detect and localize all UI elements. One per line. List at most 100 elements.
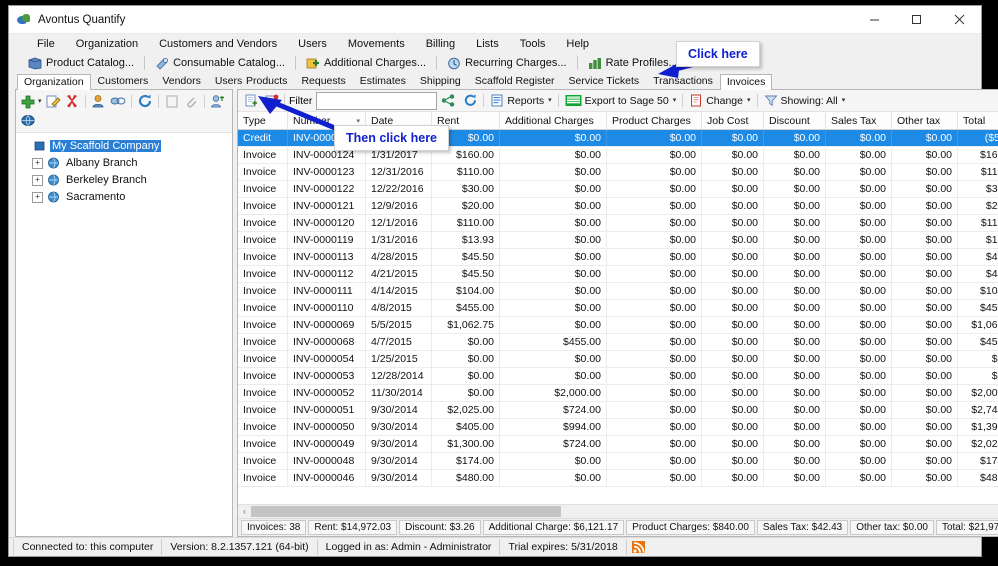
column-header-sales-tax[interactable]: Sales Tax — [826, 112, 892, 129]
table-row[interactable]: Invoice INV-0000049 9/30/2014 $1,300.00 $724… — [238, 436, 998, 453]
showing-filter-button[interactable]: Showing: All ▾ — [760, 92, 850, 110]
refresh-icon[interactable] — [137, 94, 153, 109]
cell-job-cost: $0.00 — [702, 419, 764, 435]
tab-customers[interactable]: Customers — [91, 73, 156, 89]
tab-vendors[interactable]: Vendors — [155, 73, 208, 89]
permissions-icon[interactable] — [210, 94, 226, 109]
recurring-charges-button[interactable]: Recurring Charges... — [440, 54, 574, 72]
menu-movements[interactable]: Movements — [338, 36, 416, 52]
tab-products[interactable]: Products — [239, 73, 294, 89]
menu-customers-and-vendors[interactable]: Customers and Vendors — [149, 36, 288, 52]
table-row[interactable]: Invoice INV-0000110 4/8/2015 $455.00 $0.00 $0… — [238, 300, 998, 317]
table-row[interactable]: Invoice INV-0000054 1/25/2015 $0.00 $0.00 $0.… — [238, 351, 998, 368]
table-row[interactable]: Invoice INV-0000048 9/30/2014 $174.00 $0.00 $… — [238, 453, 998, 470]
cell-discount: $0.00 — [764, 453, 826, 469]
horizontal-scrollbar[interactable]: ‹ › — [238, 504, 998, 518]
cell-job-cost: $0.00 — [702, 249, 764, 265]
menu-users[interactable]: Users — [288, 36, 338, 52]
change-dropdown-caret[interactable]: ▾ — [747, 97, 751, 104]
cell-additional-charges: $0.00 — [500, 266, 607, 282]
table-row[interactable]: Invoice INV-0000050 9/30/2014 $405.00 $994.0… — [238, 419, 998, 436]
share-icon[interactable] — [441, 94, 456, 107]
expander-icon[interactable]: + — [32, 174, 43, 186]
cell-type: Invoice — [238, 249, 288, 265]
tab-estimates[interactable]: Estimates — [353, 73, 413, 89]
column-header-discount[interactable]: Discount — [764, 112, 826, 129]
cell-job-cost: $0.00 — [702, 266, 764, 282]
column-header-other-tax[interactable]: Other tax — [892, 112, 958, 129]
cell-number: INV-0000119 — [288, 232, 366, 248]
column-header-total[interactable]: Total — [958, 112, 998, 129]
table-row[interactable]: Invoice INV-0000121 12/9/2016 $20.00 $0.00 $0… — [238, 198, 998, 215]
table-row[interactable]: Invoice INV-0000112 4/21/2015 $45.50 $0.00 $0… — [238, 266, 998, 283]
add-icon[interactable] — [20, 94, 36, 109]
summary-item: Total: $21,972.37 — [935, 520, 998, 535]
change-button[interactable]: Change ▾ — [685, 92, 754, 110]
cell-additional-charges: $0.00 — [500, 215, 607, 231]
menu-file[interactable]: File — [27, 36, 66, 52]
cell-type: Invoice — [238, 317, 288, 333]
menu-organization[interactable]: Organization — [66, 36, 149, 52]
toolbar-separator — [483, 94, 485, 107]
tab-shipping[interactable]: Shipping — [413, 73, 468, 89]
table-row[interactable]: Invoice INV-0000051 9/30/2014 $2,025.00 $724… — [238, 402, 998, 419]
table-row[interactable]: Invoice INV-0000120 12/1/2016 $110.00 $0.00 $… — [238, 215, 998, 232]
user-icon[interactable] — [91, 94, 107, 109]
column-header-label: Additional Charges — [505, 114, 594, 127]
product-catalog-button[interactable]: Product Catalog... — [21, 54, 141, 72]
menu-help[interactable]: Help — [556, 36, 600, 52]
table-row[interactable]: Invoice INV-0000119 1/31/2016 $13.93 $0.00 $0… — [238, 232, 998, 249]
edit-icon[interactable] — [45, 94, 61, 109]
cell-rent: $45.50 — [432, 266, 500, 282]
table-row[interactable]: Invoice INV-0000046 9/30/2014 $480.00 $0.00 $… — [238, 470, 998, 487]
expander-icon[interactable]: + — [32, 157, 43, 169]
table-row[interactable]: Invoice INV-0000113 4/28/2015 $45.50 $0.00 $0… — [238, 249, 998, 266]
tab-scaffold-register[interactable]: Scaffold Register — [468, 73, 562, 89]
table-row[interactable]: Invoice INV-0000069 5/5/2015 $1,062.75 $0.00… — [238, 317, 998, 334]
cell-additional-charges: $0.00 — [500, 249, 607, 265]
globe-icon[interactable] — [20, 113, 36, 128]
tree-node-berkeley-branch[interactable]: + Berkeley Branch — [20, 173, 228, 187]
tab-organization[interactable]: Organization — [17, 74, 91, 90]
column-header-product-charges[interactable]: Product Charges — [607, 112, 702, 129]
reports-dropdown-caret[interactable]: ▾ — [548, 97, 552, 104]
table-row[interactable]: Invoice INV-0000122 12/22/2016 $30.00 $0.00 $… — [238, 181, 998, 198]
link-icon[interactable] — [110, 94, 126, 109]
close-button[interactable] — [937, 6, 981, 33]
tree-node-albany-branch[interactable]: + Albany Branch — [20, 156, 228, 170]
table-row[interactable]: Invoice INV-0000111 4/14/2015 $104.00 $0.00 $… — [238, 283, 998, 300]
menu-lists[interactable]: Lists — [466, 36, 510, 52]
attach-icon[interactable] — [183, 94, 199, 109]
export-dropdown-caret[interactable]: ▾ — [673, 97, 677, 104]
properties-icon[interactable] — [164, 94, 180, 109]
menu-tools[interactable]: Tools — [510, 36, 557, 52]
cell-date: 9/30/2014 — [366, 436, 432, 452]
tree-node-sacramento[interactable]: + Sacramento — [20, 190, 228, 204]
hscroll-thumb[interactable] — [251, 506, 561, 517]
maximize-button[interactable] — [895, 6, 937, 33]
table-row[interactable]: Invoice INV-0000068 4/7/2015 $0.00 $455.00 $0… — [238, 334, 998, 351]
rss-icon[interactable] — [631, 541, 645, 553]
column-header-job-cost[interactable]: Job Cost — [702, 112, 764, 129]
table-row[interactable]: Invoice INV-0000053 12/28/2014 $0.00 $0.00 $0… — [238, 368, 998, 385]
cell-discount: $0.00 — [764, 147, 826, 163]
minimize-button[interactable] — [853, 6, 895, 33]
scroll-left-button[interactable]: ‹ — [238, 507, 251, 516]
add-dropdown-caret[interactable]: ▾ — [38, 98, 42, 105]
cell-sales-tax: $0.00 — [826, 283, 892, 299]
consumable-catalog-button[interactable]: Consumable Catalog... — [148, 54, 292, 72]
table-row[interactable]: Invoice INV-0000123 12/31/2016 $110.00 $0.00… — [238, 164, 998, 181]
expander-icon[interactable]: + — [32, 191, 43, 203]
showing-dropdown-caret[interactable]: ▾ — [842, 97, 846, 104]
menu-billing[interactable]: Billing — [416, 36, 466, 52]
refresh-icon[interactable] — [463, 94, 478, 107]
hscroll-track[interactable] — [251, 506, 998, 517]
table-row[interactable]: Invoice INV-0000052 11/30/2014 $0.00 $2,000.… — [238, 385, 998, 402]
export-to-sage-button[interactable]: Export to Sage 50 ▾ — [561, 92, 681, 110]
tab-requests[interactable]: Requests — [294, 73, 352, 89]
tree-node-my-scaffold-company[interactable]: My Scaffold Company — [20, 139, 228, 153]
reports-button[interactable]: Reports ▾ — [486, 92, 555, 110]
column-header-additional-charges[interactable]: Additional Charges — [500, 112, 607, 129]
delete-icon[interactable] — [64, 94, 80, 109]
additional-charges-button[interactable]: Additional Charges... — [299, 54, 433, 72]
